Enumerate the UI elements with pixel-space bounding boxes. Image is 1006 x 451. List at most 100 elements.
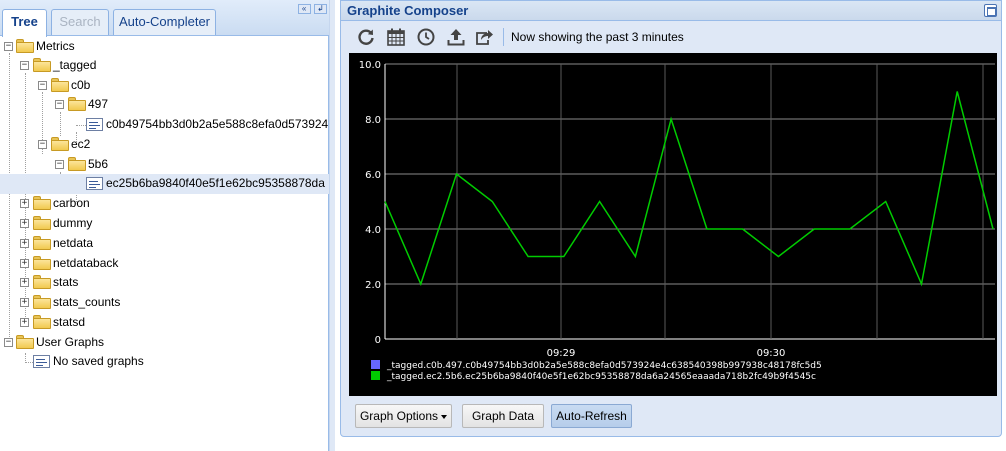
tree-node-label: statsd xyxy=(53,315,86,329)
expand-toggle-icon[interactable]: + xyxy=(20,278,29,287)
composer-title: Graphite Composer xyxy=(347,3,469,18)
folder-open-icon xyxy=(33,58,51,72)
auto-refresh-button[interactable]: Auto-Refresh xyxy=(551,404,632,428)
line-chart: 0 2.0 4.0 6.0 8.0 10.0 09:29 09:30 _tagged.c0b.4… xyxy=(359,60,995,382)
folder-open-icon xyxy=(51,78,69,92)
folder-icon xyxy=(33,295,51,309)
tree-node-label: c0b xyxy=(71,78,91,92)
folder-icon xyxy=(33,315,51,329)
graph-options-label: Graph Options xyxy=(359,409,439,423)
legend-label: _tagged.c0b.497.c0b49754bb3d0b2a5e588c8e… xyxy=(386,361,822,371)
y-tick-label: 2.0 xyxy=(365,280,381,291)
tree-node-stats-counts[interactable]: + stats_counts xyxy=(0,293,329,313)
navigation-panel: Tree Search Auto-Completer « ↲ − Metrics… xyxy=(0,0,329,451)
tree-node-label: carbon xyxy=(53,196,90,210)
tab-tree[interactable]: Tree xyxy=(2,9,47,37)
panel-splitter[interactable] xyxy=(329,0,335,451)
undock-icon[interactable]: ↲ xyxy=(314,4,327,14)
tree-node-497[interactable]: − 497 xyxy=(0,95,329,115)
folder-open-icon xyxy=(68,97,86,111)
y-tick-label: 10.0 xyxy=(359,60,381,71)
graph-data-button[interactable]: Graph Data xyxy=(462,404,544,428)
tree-node-label: User Graphs xyxy=(36,335,105,349)
collapse-toggle-icon[interactable]: − xyxy=(55,160,64,169)
tree-node-dummy[interactable]: + dummy xyxy=(0,214,329,234)
y-tick-label: 6.0 xyxy=(365,170,381,181)
expand-toggle-icon[interactable]: + xyxy=(20,298,29,307)
expand-toggle-icon[interactable]: + xyxy=(20,318,29,327)
tree-leaf-no-saved-graphs[interactable]: No saved graphs xyxy=(0,352,329,372)
legend-swatch xyxy=(371,371,380,380)
tree-node-stats[interactable]: + stats xyxy=(0,273,329,293)
tree-node-label: 497 xyxy=(88,97,109,111)
graph-canvas: 0 2.0 4.0 6.0 8.0 10.0 09:29 09:30 _tagged.c0b.4… xyxy=(349,53,997,396)
tab-search[interactable]: Search xyxy=(51,9,109,35)
collapse-toggle-icon[interactable]: − xyxy=(20,61,29,70)
collapse-toggle-icon[interactable]: − xyxy=(4,42,13,51)
tree-node-metrics[interactable]: − Metrics xyxy=(0,37,329,57)
folder-open-icon xyxy=(68,157,86,171)
folder-icon xyxy=(33,256,51,270)
series-line xyxy=(384,91,994,287)
y-tick-label: 0 xyxy=(375,335,381,346)
folder-open-icon xyxy=(51,137,69,151)
tree-node-5b6[interactable]: − 5b6 xyxy=(0,155,329,175)
calendar-icon[interactable] xyxy=(385,26,407,48)
metric-leaf-icon xyxy=(86,118,103,131)
collapse-toggle-icon[interactable]: − xyxy=(38,140,47,149)
tree-node-statsd[interactable]: + statsd xyxy=(0,313,329,333)
folder-icon xyxy=(33,196,51,210)
tree-node-label: stats xyxy=(53,275,79,289)
tab-auto-completer[interactable]: Auto-Completer xyxy=(113,9,216,35)
y-tick-label: 8.0 xyxy=(365,115,381,126)
expand-toggle-icon[interactable]: + xyxy=(20,219,29,228)
x-tick-label: 09:29 xyxy=(547,348,576,359)
tree-node-label: Metrics xyxy=(36,39,75,53)
tree-node-label: dummy xyxy=(53,216,93,230)
collapse-toggle-icon[interactable]: − xyxy=(55,100,64,109)
tree-node-label: c0b49754bb3d0b2a5e588c8efa0d573924 xyxy=(106,117,329,131)
tree-leaf-c0b-metric[interactable]: c0b49754bb3d0b2a5e588c8efa0d573924 xyxy=(0,115,329,135)
panel-tools: « ↲ xyxy=(297,0,327,14)
tree-node-carbon[interactable]: + carbon xyxy=(0,194,329,214)
collapse-toggle-icon[interactable]: − xyxy=(4,338,13,347)
refresh-icon[interactable] xyxy=(355,26,377,48)
tree-node-netdataback[interactable]: + netdataback xyxy=(0,254,329,274)
toolbar-separator xyxy=(503,28,504,46)
clock-icon[interactable] xyxy=(415,26,437,48)
collapse-toggle-icon[interactable]: − xyxy=(38,81,47,90)
folder-icon xyxy=(33,236,51,250)
tree-node-netdata[interactable]: + netdata xyxy=(0,234,329,254)
upload-icon[interactable] xyxy=(445,26,467,48)
composer-toolbar: Now showing the past 3 minutes xyxy=(347,23,995,51)
time-range-status: Now showing the past 3 minutes xyxy=(511,30,684,44)
legend-swatch xyxy=(371,360,380,369)
tree-node-label: ec25b6ba9840f40e5f1e62bc95358878da xyxy=(106,176,325,190)
chevron-down-icon xyxy=(441,414,448,419)
tree-node-label: stats_counts xyxy=(53,295,121,309)
y-tick-label: 4.0 xyxy=(365,225,381,236)
tree-node-ec2[interactable]: − ec2 xyxy=(0,135,329,155)
collapse-icon[interactable]: « xyxy=(297,4,311,14)
metric-leaf-icon xyxy=(86,177,103,190)
maximize-icon[interactable] xyxy=(984,4,997,17)
composer-window: Graphite Composer Now showing the past 3… xyxy=(340,0,1002,437)
folder-open-icon xyxy=(16,335,34,349)
tree-node-label: ec2 xyxy=(71,137,91,151)
expand-toggle-icon[interactable]: + xyxy=(20,259,29,268)
tree-node-user-graphs[interactable]: − User Graphs xyxy=(0,333,329,353)
tree-node-tagged[interactable]: − _tagged xyxy=(0,56,329,76)
tree-node-label: netdata xyxy=(53,236,94,250)
graph-options-button[interactable]: Graph Options xyxy=(355,404,452,428)
expand-toggle-icon[interactable]: + xyxy=(20,239,29,248)
tree-node-label: _tagged xyxy=(53,58,97,72)
legend-label: _tagged.ec2.5b6.ec25b6ba9840f40e5f1e62bc… xyxy=(386,372,816,382)
tree-node-c0b[interactable]: − c0b xyxy=(0,76,329,96)
tree-leaf-ec2-metric[interactable]: ec25b6ba9840f40e5f1e62bc95358878da xyxy=(0,174,329,194)
share-icon[interactable] xyxy=(473,26,495,48)
expand-toggle-icon[interactable]: + xyxy=(20,199,29,208)
composer-titlebar: Graphite Composer xyxy=(341,1,1001,21)
metrics-tree: − Metrics − _tagged − c0b − 497 c0b49754… xyxy=(0,37,329,451)
tree-node-label: No saved graphs xyxy=(53,354,144,368)
folder-open-icon xyxy=(16,39,34,53)
